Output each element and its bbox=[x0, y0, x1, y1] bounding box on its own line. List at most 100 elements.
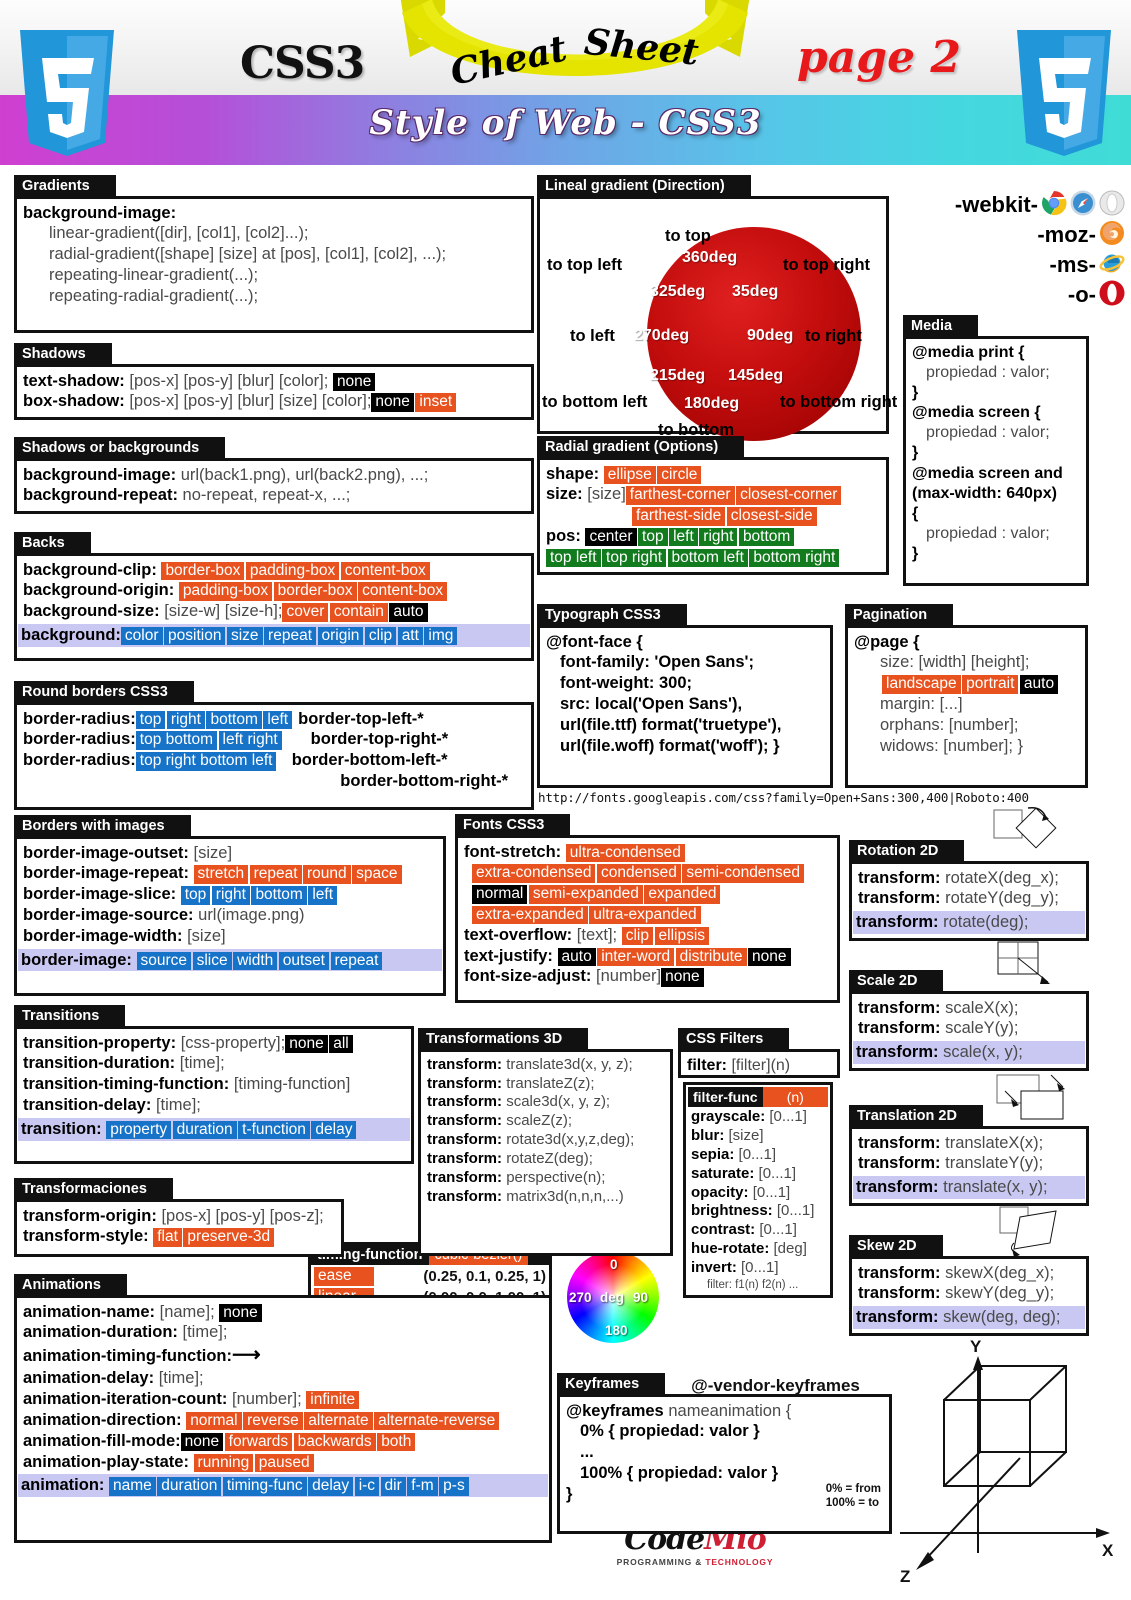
filter-saturate-value: [0...1] bbox=[758, 1164, 797, 1182]
chip-a-dir: dir bbox=[380, 1477, 406, 1496]
chip-clip-content-box: content-box bbox=[340, 561, 430, 580]
chip-origin-border-box: border-box bbox=[273, 582, 357, 601]
prefix-label-ms: -ms- bbox=[1049, 252, 1096, 277]
keyframes-name: nameanimation { bbox=[668, 1401, 792, 1420]
filter-grayscale-name: grayscale: bbox=[691, 1108, 766, 1125]
chip-shape-circle: circle bbox=[657, 465, 702, 484]
page-subtitle: Style of Web - CSS3 bbox=[369, 103, 762, 143]
animation-iteration-value: [number]; bbox=[232, 1390, 302, 1409]
panel-translation2d-title: Translation 2D bbox=[849, 1105, 983, 1128]
filter-invert-value: [0...1] bbox=[741, 1259, 779, 1277]
panel-round-borders-title: Round borders CSS3 bbox=[14, 681, 194, 704]
chip-bi-slice: slice bbox=[192, 951, 232, 970]
chip-closest-side: closest-side bbox=[726, 507, 817, 526]
bg-size-value: [size-w] [size-h]; bbox=[164, 602, 283, 621]
filter-sepia-value: [0...1] bbox=[738, 1145, 777, 1163]
filter-opacity-name: opacity: bbox=[691, 1183, 749, 1201]
box-shadow-prop: box-shadow: bbox=[23, 392, 125, 411]
transition-delay-prop: transition-delay: bbox=[23, 1096, 152, 1115]
panel-borders-images-title: Borders with images bbox=[14, 815, 191, 838]
panel-transformations3d-title: Transformations 3D bbox=[418, 1028, 589, 1051]
keyframes-line-0pct: 0% { propiedad: valor } bbox=[580, 1422, 760, 1441]
transform-origin-value: [pos-x] [pos-y] [pos-z]; bbox=[161, 1206, 324, 1225]
rot-value-1: rotateY(deg_y); bbox=[945, 889, 1059, 908]
filter-contrast-name: contrast: bbox=[691, 1221, 756, 1239]
chip-page-auto: auto bbox=[1019, 675, 1059, 694]
panel-skew2d-title: Skew 2D bbox=[849, 1235, 943, 1258]
deg-180: 180deg bbox=[684, 394, 740, 412]
wheel-label-270: 270 bbox=[569, 1290, 592, 1305]
chip-a-fm: f-m bbox=[407, 1477, 438, 1496]
panel-shadows-or-backgrounds: Shadows or backgrounds background-image:… bbox=[14, 437, 534, 514]
media-line-9: propiedad : valor; bbox=[926, 525, 1050, 543]
chip-pos-top-right: top right bbox=[602, 548, 667, 568]
chip-a-ic: i-c bbox=[354, 1477, 380, 1496]
deg-215: 215deg bbox=[650, 366, 706, 384]
scale-value-1: scaleY(y); bbox=[945, 1019, 1019, 1038]
animation-play-prop: animation-play-state: bbox=[23, 1452, 189, 1471]
chip-pos-bottom: bottom bbox=[738, 528, 795, 547]
chip-bi-source: source bbox=[136, 951, 192, 970]
media-line-5: } bbox=[912, 444, 919, 462]
t3d-prop-1: transform: bbox=[427, 1074, 503, 1092]
gradients-line-1: linear-gradient([dir], [col1], [col2]...… bbox=[49, 224, 309, 243]
bg-repeat-prop: background-repeat: bbox=[23, 486, 178, 505]
firefox-icon bbox=[1099, 220, 1125, 251]
keyframes-ellipsis: ... bbox=[580, 1443, 594, 1462]
prefix-row-o: -o- bbox=[900, 280, 1125, 310]
chip-a-delay: delay bbox=[308, 1477, 354, 1496]
border-image-outset-value: [size] bbox=[193, 843, 233, 862]
border-image-width-prop: border-image-width: bbox=[23, 926, 183, 945]
transition-delay-value: [time]; bbox=[155, 1096, 201, 1115]
chip-landscape: landscape bbox=[882, 675, 961, 694]
chip-tr-delay: delay bbox=[311, 1120, 357, 1140]
skew-shorthand-value: skew(deg, deg); bbox=[943, 1308, 1061, 1327]
radial-size-prop: size: bbox=[546, 485, 583, 504]
typograph-line-5: url(file.woff) format('woff'); } bbox=[560, 736, 780, 755]
deg-270: 270deg bbox=[634, 326, 690, 344]
media-line-1: propiedad : valor; bbox=[926, 363, 1050, 381]
filter-invert-name: invert: bbox=[691, 1259, 737, 1277]
chip-bi-round: round bbox=[303, 865, 351, 884]
chip-box-shadow-inset: inset bbox=[415, 393, 457, 412]
keyframes-line-100pct: 100% { propiedad: valor } bbox=[580, 1464, 779, 1483]
panel-typograph-title: Typograph CSS3 bbox=[537, 604, 687, 627]
radial-size-value: [size] bbox=[587, 485, 626, 504]
chip-ease: ease bbox=[314, 1267, 374, 1286]
pagination-line-4: widows: [number]; } bbox=[880, 736, 1024, 755]
panel-gradients-title: Gradients bbox=[14, 175, 116, 198]
panel-pagination-title: Pagination bbox=[845, 604, 954, 627]
animation-name-prop: animation-name: bbox=[23, 1302, 156, 1321]
panel-fonts-title: Fonts CSS3 bbox=[455, 814, 571, 837]
panel-backs: Backs background-clip: border-box padding… bbox=[14, 532, 534, 661]
font-size-adjust-prop: font-size-adjust: bbox=[464, 967, 592, 986]
panel-translation-2d: Translation 2D transform: translateX(x);… bbox=[849, 1105, 1089, 1206]
border-image-source-value: url(image.png) bbox=[198, 906, 305, 925]
bg-image-prop: background-image: bbox=[23, 465, 177, 484]
border-image-repeat-prop: border-image-repeat: bbox=[23, 864, 189, 883]
chip-bg-img: img bbox=[424, 627, 458, 646]
panel-css-filters: CSS Filters filter: [filter](n) bbox=[678, 1028, 840, 1078]
animation-direction-prop: animation-direction: bbox=[23, 1410, 182, 1429]
chip-ultra-condensed: ultra-condensed bbox=[565, 843, 685, 862]
filter-saturate-name: saturate: bbox=[691, 1164, 755, 1182]
t3d-value-2: scale3d(x, y, z); bbox=[506, 1093, 611, 1111]
animation-delay-prop: animation-delay: bbox=[23, 1369, 155, 1388]
t3d-value-3: scaleZ(z); bbox=[506, 1112, 573, 1130]
media-line-10: } bbox=[912, 545, 919, 563]
chip-pos-bottom-right: bottom right bbox=[749, 548, 840, 568]
chip-origin-padding-box: padding-box bbox=[178, 582, 273, 601]
chip-farthest-side: farthest-side bbox=[632, 507, 726, 526]
chip-normal: normal bbox=[472, 885, 528, 904]
border-bottom-left-label: border-bottom-left-* bbox=[291, 751, 448, 770]
font-stretch-prop: font-stretch: bbox=[464, 842, 562, 861]
t3d-value-4: rotate3d(x,y,z,deg); bbox=[506, 1131, 635, 1149]
scale-value-0: scaleX(x); bbox=[945, 998, 1019, 1017]
t3d-prop-3: transform: bbox=[427, 1112, 503, 1130]
chip-semi-expanded: semi-expanded bbox=[528, 885, 643, 904]
chip-tr-property: property bbox=[106, 1120, 172, 1140]
media-line-0: @media print { bbox=[912, 343, 1025, 361]
bg-size-prop: background-size: bbox=[23, 602, 160, 621]
text-overflow-prop: text-overflow: bbox=[464, 925, 573, 944]
chip-origin-content-box: content-box bbox=[358, 582, 448, 601]
